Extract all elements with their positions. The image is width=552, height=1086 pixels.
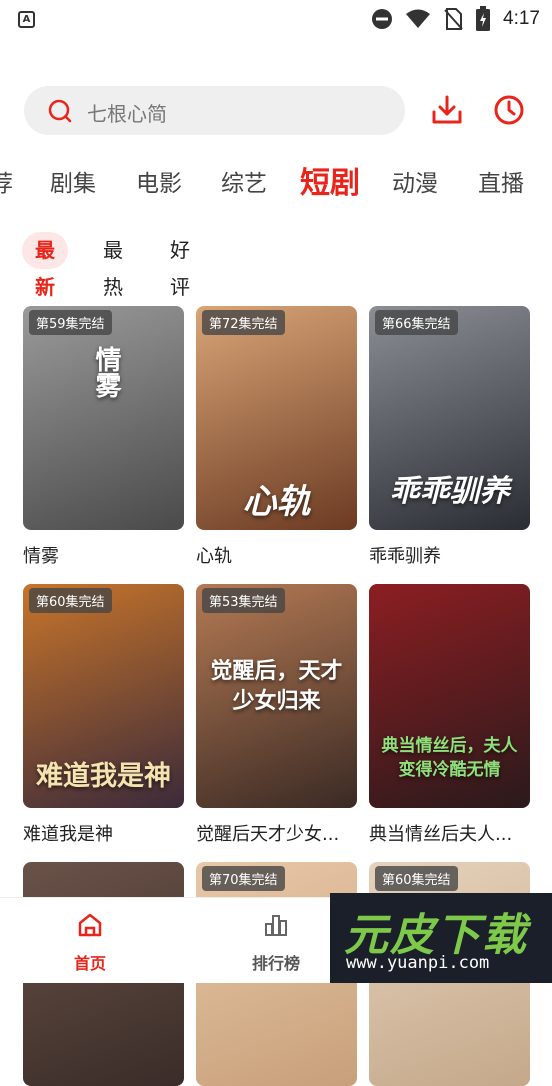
watermark-url: www.yuanpi.com (346, 953, 490, 973)
bar-chart-icon (265, 915, 287, 936)
status-icons: 4:17 (371, 6, 540, 32)
drama-card[interactable]: 难道我是神 第60集完结 难道我是神 (23, 584, 184, 846)
tab-variety[interactable]: 综艺 (221, 164, 267, 198)
tab-live[interactable]: 直播 (478, 164, 524, 198)
poster: 乖乖驯养 第66集完结 (369, 306, 530, 530)
tab-anime[interactable]: 动漫 (392, 164, 438, 198)
poster-title-text: 乖乖驯养 (389, 474, 510, 509)
poster: 情雾 第59集完结 (23, 306, 184, 530)
card-title: 乖乖驯养 (369, 546, 441, 567)
wifi-icon (406, 9, 431, 28)
search-input[interactable]: 七根心简 (24, 86, 405, 135)
poster-title-text: 典当情丝后，夫人变得冷酷无情 (381, 736, 518, 780)
episode-badge: 第72集完结 (202, 310, 285, 335)
nav-home[interactable]: 首页 (50, 912, 130, 974)
episode-badge: 第60集完结 (29, 588, 112, 613)
poster: 典当情丝后，夫人变得冷酷无情 (369, 584, 530, 808)
poster-title-text: 觉醒后，天才少女归来 (210, 658, 343, 714)
nav-home-label: 首页 (73, 954, 106, 973)
drama-card[interactable]: 觉醒后，天才少女归来 第53集完结 觉醒后天才少女... (196, 584, 357, 846)
poster-title-text: 难道我是神 (36, 761, 171, 792)
no-sim-icon (444, 8, 463, 30)
tab-series[interactable]: 剧集 (50, 164, 96, 198)
episode-badge: 第59集完结 (29, 310, 112, 335)
episode-badge: 第70集完结 (202, 866, 285, 891)
poster-title-text: 心轨 (242, 482, 311, 522)
poster-title-text: 情雾 (91, 346, 121, 398)
episode-badge: 第60集完结 (375, 866, 458, 891)
poster-art (23, 306, 184, 530)
do-not-disturb-icon (372, 9, 393, 29)
card-title: 难道我是神 (23, 824, 113, 845)
card-title: 觉醒后天才少女... (196, 824, 340, 845)
sort-newest[interactable]: 最新 (22, 232, 68, 299)
app-notification-icon: A (18, 11, 35, 28)
tab-short-drama[interactable]: 短剧 (300, 158, 360, 202)
search-icon (48, 99, 72, 123)
drama-card[interactable]: 乖乖驯养 第66集完结 乖乖驯养 (369, 306, 530, 568)
channel-tabs: 荐 剧集 电影 综艺 短剧 动漫 直播 (0, 150, 552, 210)
card-title: 典当情丝后夫人... (369, 824, 513, 845)
card-title: 情雾 (23, 546, 59, 567)
drama-card[interactable]: 典当情丝后，夫人变得冷酷无情 典当情丝后夫人... (369, 584, 530, 846)
history-clock-icon[interactable] (493, 94, 525, 126)
drama-card[interactable]: 心轨 第72集完结 心轨 (196, 306, 357, 568)
tab-movie[interactable]: 电影 (136, 164, 182, 198)
tab-recommend[interactable]: 荐 (0, 164, 13, 198)
sort-hottest[interactable]: 最热 (103, 232, 123, 299)
clock-time: 4:17 (503, 8, 540, 29)
card-title: 心轨 (196, 546, 232, 567)
download-icon[interactable] (431, 94, 463, 126)
nav-ranking[interactable]: 排行榜 (236, 912, 316, 974)
site-watermark: 元皮下载 www.yuanpi.com (330, 893, 552, 983)
poster: 心轨 第72集完结 (196, 306, 357, 530)
poster: 难道我是神 第60集完结 (23, 584, 184, 808)
poster: 觉醒后，天才少女归来 第53集完结 (196, 584, 357, 808)
episode-badge: 第53集完结 (202, 588, 285, 613)
battery-charging-icon (476, 6, 491, 31)
drama-card[interactable]: 情雾 第59集完结 情雾 (23, 306, 184, 568)
sort-top-rated[interactable]: 好评 (170, 232, 190, 299)
status-bar: A 4:17 (0, 0, 552, 40)
home-icon (78, 913, 102, 937)
episode-badge: 第66集完结 (375, 310, 458, 335)
nav-ranking-label: 排行榜 (251, 954, 300, 973)
search-placeholder: 七根心简 (87, 102, 167, 126)
